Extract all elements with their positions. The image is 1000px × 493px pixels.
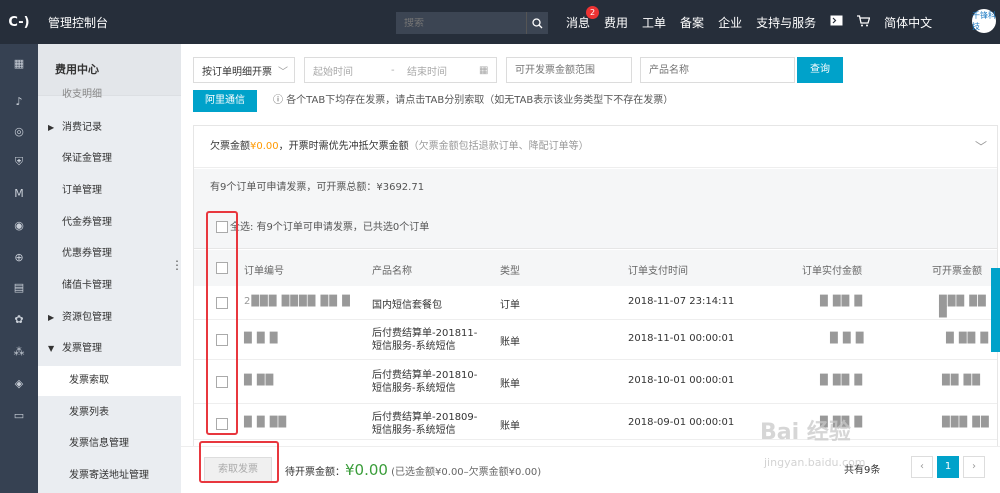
- nav-tickets[interactable]: 工单: [642, 14, 666, 31]
- chevron-down-icon: ﹀: [278, 66, 288, 78]
- cube-icon[interactable]: ◈: [0, 374, 38, 394]
- avatar[interactable]: 千锋科技: [972, 9, 996, 33]
- highlight-checkbox-column: [206, 211, 238, 435]
- debt-amount-row[interactable]: 欠票金额¥0.00，开票时需优先冲抵欠票金额（欠票金额包括退款订单、降配订单等）…: [194, 126, 997, 168]
- terminal-icon[interactable]: [830, 15, 843, 29]
- chevron-down-icon[interactable]: ﹀: [975, 126, 987, 168]
- console-title[interactable]: 管理控制台: [48, 14, 108, 31]
- icon-rail: ▦ ♪ ◎ ⛨ M ◉ ⊕ ▤ ✿ ⁂ ◈ ▭: [0, 44, 38, 493]
- nav-enterprise[interactable]: 企业: [718, 14, 742, 31]
- sidebar-item-invoice-info[interactable]: 发票信息管理: [38, 429, 181, 459]
- top-bar: C-) 管理控制台 消息2 费用 工单 备案 企业 支持与服务 简体中文 千锋科…: [0, 0, 1000, 44]
- watermark-url: jingyan.baidu.com: [764, 456, 866, 469]
- search-icon[interactable]: [526, 12, 548, 34]
- mic-icon[interactable]: ♪: [0, 92, 38, 112]
- info-icon: ⓘ: [273, 95, 283, 106]
- language-switch[interactable]: 简体中文: [884, 14, 932, 31]
- sidebar-item-stored-value[interactable]: 储值卡管理: [38, 271, 181, 301]
- date-range-picker[interactable]: 起始时间 - 结束时间 ▦: [304, 57, 497, 83]
- shield-icon[interactable]: ⛨: [0, 152, 38, 172]
- globe-icon[interactable]: ⊕: [0, 248, 38, 268]
- caret-down-icon: ▼: [48, 344, 55, 353]
- select-all-row: 全选: 有9个订单可申请发票，已共选0个订单: [194, 207, 997, 249]
- sns-icon[interactable]: ◉: [0, 216, 38, 236]
- invoice-mode-select[interactable]: 按订单明细开票 ﹀: [193, 57, 295, 83]
- invoice-panel: 欠票金额¥0.00，开票时需优先冲抵欠票金额（欠票金额包括退款订单、降配订单等）…: [193, 125, 998, 493]
- gear-icon[interactable]: ✿: [0, 310, 38, 330]
- summary-text: 有9个订单可申请发票，可开票总额：¥3692.71: [194, 169, 997, 207]
- end-date-field[interactable]: 结束时间: [407, 63, 479, 78]
- start-date-field[interactable]: 起始时间: [313, 63, 391, 78]
- grid-icon[interactable]: ▦: [0, 54, 38, 74]
- search-input[interactable]: [396, 17, 526, 29]
- table-row[interactable]: 2███ ████ ██ █ 国内短信套餐包 订单 2018-11-07 23:…: [194, 286, 997, 320]
- caret-right-icon: ▶: [48, 313, 55, 322]
- watermark: Bai 经验: [760, 420, 851, 445]
- nav-billing[interactable]: 费用: [604, 14, 628, 31]
- page-1-button[interactable]: 1: [937, 456, 959, 478]
- tip-text: ⓘ 各个TAB下均存在发票，请点击TAB分别索取（如无TAB表示该业务类型下不存…: [273, 95, 674, 106]
- product-name-input[interactable]: [640, 57, 795, 83]
- main-content: 按订单明细开票 ﹀ 起始时间 - 结束时间 ▦ 查询 阿里通信 ⓘ 各个TAB下…: [181, 44, 1000, 493]
- next-page-button[interactable]: ›: [963, 456, 985, 478]
- logo[interactable]: C-): [0, 0, 38, 44]
- table-row[interactable]: █ █ █ 后付费结算单-201811-短信服务-系统短信 账单 2018-11…: [194, 320, 997, 360]
- footer-bar: 索取发票 待开票金额：¥0.00 (已选金额¥0.00–欠票金额¥0.00) 共…: [181, 446, 1000, 493]
- sidebar-item-consumption[interactable]: ▶ 消费记录: [38, 113, 181, 143]
- m-icon[interactable]: M: [0, 184, 38, 204]
- sidebar-item-invoice-request[interactable]: 发票索取: [38, 366, 181, 396]
- sidebar-item-invoice-mgmt[interactable]: ▼ 发票管理: [38, 334, 181, 364]
- storage-icon[interactable]: ▤: [0, 278, 38, 298]
- calendar-icon[interactable]: ▦: [479, 65, 488, 76]
- tab-ali-communication[interactable]: 阿里通信: [193, 90, 257, 112]
- table-row[interactable]: █ ██ 后付费结算单-201810-短信服务-系统短信 账单 2018-10-…: [194, 360, 997, 404]
- nodes-icon[interactable]: ⁂: [0, 342, 38, 362]
- sidebar-item-invoice-address[interactable]: 发票寄送地址管理: [38, 461, 181, 491]
- sidebar: 费用中心 收支明细 ▶ 消费记录 保证金管理 订单管理 代金券管理 优惠券管理 储…: [38, 44, 181, 493]
- target-icon[interactable]: ◎: [0, 122, 38, 142]
- sidebar-item-orders[interactable]: 订单管理: [38, 176, 181, 206]
- sidebar-item-deposit[interactable]: 保证金管理: [38, 144, 181, 174]
- query-button[interactable]: 查询: [797, 57, 843, 83]
- table-header: 订单编号 产品名称 类型 订单支付时间 订单实付金额 可开票金额: [194, 250, 997, 286]
- chat-icon[interactable]: ▭: [0, 406, 38, 426]
- amount-range-input[interactable]: [506, 57, 632, 83]
- sidebar-item-income[interactable]: 收支明细: [38, 88, 181, 102]
- prev-page-button[interactable]: ‹: [911, 456, 933, 478]
- sidebar-item-invoice-list[interactable]: 发票列表: [38, 398, 181, 428]
- message-badge: 2: [586, 5, 600, 19]
- nav-filing[interactable]: 备案: [680, 14, 704, 31]
- collapse-sidebar-icon[interactable]: ⋮≡: [171, 258, 193, 274]
- cart-icon[interactable]: [857, 14, 871, 30]
- table-row[interactable]: █ █ ██ 后付费结算单-201809-短信服务-系统短信 账单 2018-0…: [194, 404, 997, 440]
- feedback-side-tab[interactable]: [991, 268, 1000, 352]
- sidebar-item-coupons[interactable]: 优惠券管理: [38, 239, 181, 269]
- sidebar-item-vouchers[interactable]: 代金券管理: [38, 208, 181, 238]
- nav-support[interactable]: 支持与服务: [756, 14, 816, 31]
- highlight-request-button: [199, 441, 279, 483]
- caret-right-icon: ▶: [48, 123, 55, 132]
- pending-amount: 待开票金额：¥0.00 (已选金额¥0.00–欠票金额¥0.00): [285, 461, 542, 479]
- top-nav: 消息 2 费用 工单 备案 企业 支持与服务 简体中文: [566, 0, 946, 44]
- nav-messages[interactable]: 消息 2: [566, 5, 600, 31]
- search-box: [396, 12, 548, 34]
- sidebar-item-resource-pack[interactable]: ▶ 资源包管理: [38, 303, 181, 333]
